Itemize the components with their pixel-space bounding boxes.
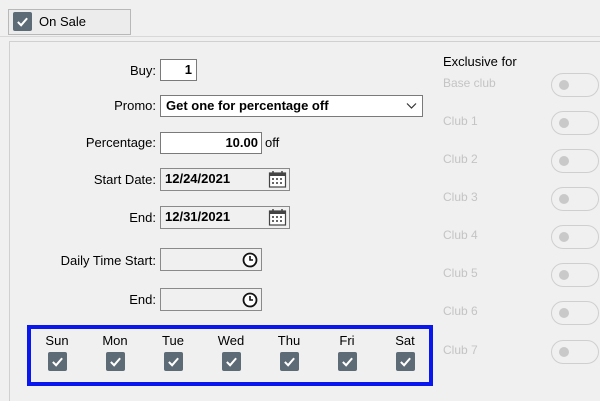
chevron-down-icon (406, 103, 417, 109)
check-icon[interactable] (163, 352, 183, 371)
check-icon[interactable] (279, 352, 299, 371)
promo-select[interactable]: Get one for percentage off (160, 95, 423, 117)
day-tue[interactable]: Tue (153, 333, 193, 371)
buy-input[interactable]: 1 (160, 59, 197, 81)
club-label: Club 5 (443, 266, 478, 280)
percentage-unit: off (265, 135, 280, 150)
buy-label: Buy: (129, 63, 156, 78)
day-label: Sat (395, 333, 415, 348)
toggle-club-1[interactable] (551, 111, 599, 135)
day-label: Fri (339, 333, 355, 348)
check-icon[interactable] (105, 352, 125, 371)
percentage-input[interactable]: 10.00 (160, 132, 262, 154)
exclusive-heading: Exclusive for (443, 54, 517, 69)
day-thu[interactable]: Thu (269, 333, 309, 371)
check-icon[interactable] (395, 352, 415, 371)
toggle-club-7[interactable] (551, 340, 599, 364)
day-mon[interactable]: Mon (95, 333, 135, 371)
start-date-label: Start Date: (93, 172, 156, 187)
daily-time-end-input[interactable] (160, 288, 262, 311)
on-sale-label: On Sale (39, 14, 86, 29)
check-icon[interactable] (337, 352, 357, 371)
day-label: Tue (162, 333, 184, 348)
buy-value: 1 (184, 62, 192, 77)
calendar-icon[interactable] (268, 208, 287, 227)
daily-time-start-label: Daily Time Start: (60, 253, 156, 268)
check-icon (13, 12, 32, 31)
club-label: Club 7 (443, 343, 478, 357)
day-fri[interactable]: Fri (327, 333, 367, 371)
end-date-input[interactable]: 12/31/2021 (160, 206, 290, 229)
check-icon[interactable] (47, 352, 67, 371)
end-date-label: End: (129, 210, 156, 225)
start-date-input[interactable]: 12/24/2021 (160, 168, 290, 191)
club-label: Club 4 (443, 228, 478, 242)
day-sat[interactable]: Sat (385, 333, 425, 371)
clock-icon[interactable] (242, 252, 258, 268)
day-label: Thu (277, 333, 301, 348)
toggle-club-5[interactable] (551, 263, 599, 287)
end-date-value: 12/31/2021 (165, 209, 231, 224)
toggle-club-3[interactable] (551, 187, 599, 211)
toggle-club-4[interactable] (551, 225, 599, 249)
toggle-base-club[interactable] (551, 73, 599, 97)
calendar-icon[interactable] (268, 170, 287, 189)
club-label: Club 2 (443, 152, 478, 166)
toggle-club-2[interactable] (551, 149, 599, 173)
percentage-label: Percentage: (85, 135, 156, 150)
daily-time-start-input[interactable] (160, 248, 262, 271)
promo-label: Promo: (114, 98, 156, 113)
check-icon[interactable] (221, 352, 241, 371)
club-label: Club 3 (443, 190, 478, 204)
toggle-club-6[interactable] (551, 301, 599, 325)
daily-time-end-label: End: (129, 292, 156, 307)
day-wed[interactable]: Wed (211, 333, 251, 371)
divider (0, 36, 600, 37)
club-label: Club 1 (443, 114, 478, 128)
club-label: Club 6 (443, 304, 478, 318)
day-label: Wed (217, 333, 245, 348)
day-label: Sun (45, 333, 69, 348)
start-date-value: 12/24/2021 (165, 171, 231, 186)
on-sale-checkbox[interactable]: On Sale (8, 9, 131, 35)
club-label: Base club (443, 76, 496, 90)
percentage-value: 10.00 (225, 135, 258, 150)
promo-value: Get one for percentage off (166, 98, 329, 113)
day-label: Mon (102, 333, 128, 348)
clock-icon[interactable] (242, 292, 258, 308)
day-sun[interactable]: Sun (37, 333, 77, 371)
